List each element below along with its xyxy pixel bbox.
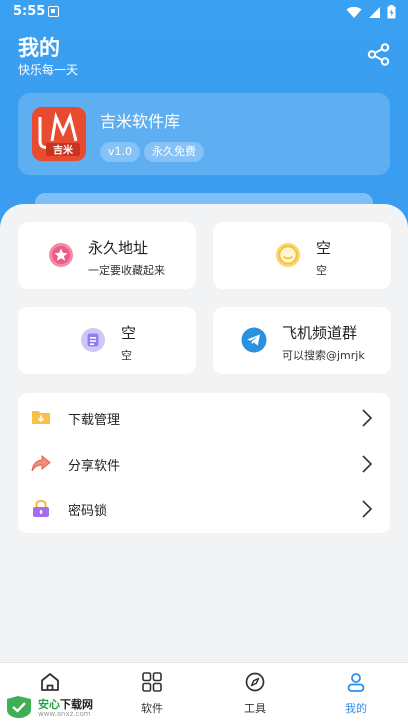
version-badge: v1.0: [100, 142, 141, 162]
tab-label: 我的: [345, 702, 367, 715]
telegram-icon: [241, 327, 267, 353]
notification-icon: [48, 6, 59, 17]
compass-icon: [245, 672, 265, 692]
status-time: 5:55: [13, 4, 46, 19]
chevron-right-icon: [362, 500, 373, 518]
wifi-icon: [346, 6, 362, 18]
menu-item-share-software[interactable]: 分享软件: [18, 441, 390, 486]
tab-mine[interactable]: 我的: [326, 671, 386, 716]
menu-item-password-lock[interactable]: 密码锁: [18, 486, 390, 531]
menu-item-download-manager[interactable]: 下载管理: [18, 395, 390, 440]
home-icon: [41, 673, 59, 691]
card-permanent-address[interactable]: 永久地址 一定要收藏起来: [18, 222, 196, 289]
share-arrow-icon: [31, 454, 51, 472]
card-subtitle: 空: [121, 349, 132, 362]
app-logo-text: 吉米: [53, 144, 74, 157]
watermark: 安心下载网 www.anxz.com: [4, 693, 114, 721]
card-telegram-group[interactable]: 飞机频道群 可以搜索@jmrjk: [213, 307, 391, 374]
app-name: 吉米软件库: [100, 112, 181, 131]
card-empty-1[interactable]: 空 空: [213, 222, 391, 289]
card-subtitle: 一定要收藏起来: [88, 264, 165, 277]
tab-tools[interactable]: 工具: [225, 671, 285, 716]
card-title: 飞机频道群: [282, 324, 358, 342]
license-badge: 永久免费: [144, 142, 204, 162]
card-title: 空: [316, 239, 332, 257]
document-icon: [81, 328, 105, 352]
share-icon: [367, 43, 390, 66]
battery-icon: [387, 5, 396, 19]
card-subtitle: 可以搜索@jmrjk: [282, 349, 365, 362]
system-icons: [346, 5, 396, 19]
user-icon: [347, 673, 365, 692]
smile-icon: [276, 243, 300, 267]
star-icon: [49, 243, 73, 267]
chevron-right-icon: [362, 455, 373, 473]
menu-item-label: 下载管理: [68, 413, 121, 428]
watermark-url: www.anxz.com: [38, 710, 91, 718]
tab-label: 软件: [141, 702, 163, 715]
grid-icon: [142, 672, 162, 692]
app-logo: 吉米: [32, 107, 86, 161]
menu-item-label: 密码锁: [68, 504, 108, 519]
app-info-card[interactable]: 吉米 吉米软件库 v1.0 永久免费: [18, 93, 390, 175]
page-subtitle: 快乐每一天: [18, 63, 79, 77]
card-empty-2[interactable]: 空 空: [18, 307, 196, 374]
card-subtitle: 空: [316, 264, 327, 277]
settings-menu: 下载管理 分享软件 密码锁: [18, 393, 390, 533]
card-title: 空: [121, 324, 137, 342]
watermark-logo-icon: [7, 696, 31, 718]
tab-software[interactable]: 软件: [122, 671, 182, 716]
tab-label: 工具: [244, 702, 266, 715]
card-title: 永久地址: [88, 239, 149, 257]
status-bar: 5:55: [0, 0, 408, 24]
page-title: 我的: [18, 36, 60, 60]
chevron-right-icon: [362, 409, 373, 427]
signal-icon: [369, 6, 380, 18]
share-button[interactable]: [364, 40, 394, 70]
folder-download-icon: [32, 411, 50, 424]
lock-icon: [33, 500, 49, 517]
menu-item-label: 分享软件: [68, 459, 121, 474]
